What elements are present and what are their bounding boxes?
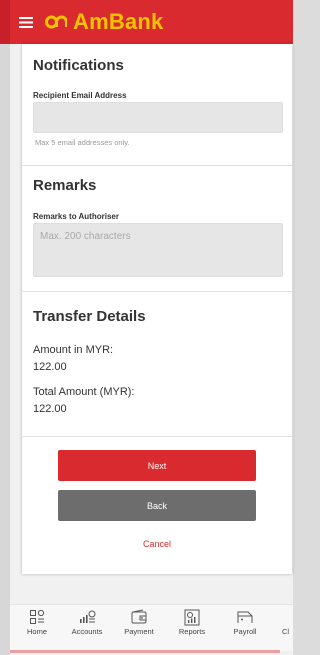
hamburger-icon bbox=[19, 16, 33, 28]
home-icon bbox=[30, 609, 45, 624]
remarks-textarea[interactable]: Max. 200 characters bbox=[33, 223, 283, 277]
remarks-label: Remarks to Authoriser bbox=[33, 212, 119, 221]
tab-reports-label: Reports bbox=[178, 627, 206, 636]
tab-accounts-label: Accounts bbox=[71, 627, 103, 636]
tab-home-label: Home bbox=[26, 627, 47, 636]
tab-payroll-label: Payroll bbox=[233, 627, 257, 636]
reports-icon bbox=[184, 609, 200, 625]
app-window: AmBank Notifications Recipient Email Add… bbox=[10, 0, 293, 655]
app-header: AmBank bbox=[10, 0, 293, 44]
notifications-section: Notifications Recipient Email Address Ma… bbox=[22, 44, 292, 166]
bottom-accent-bar bbox=[10, 650, 280, 653]
total-amount-label: Total Amount (MYR): bbox=[33, 386, 135, 398]
cancel-link[interactable]: Cancel bbox=[22, 539, 292, 549]
background-page-edge bbox=[0, 0, 10, 655]
remarks-title: Remarks bbox=[33, 177, 97, 194]
payroll-icon bbox=[237, 611, 253, 623]
ambank-logo: AmBank bbox=[45, 9, 163, 35]
back-button[interactable]: Back bbox=[58, 490, 256, 521]
amount-value: 122.00 bbox=[33, 361, 67, 373]
menu-button[interactable] bbox=[15, 11, 37, 33]
tab-payment-label: Payment bbox=[124, 627, 154, 636]
accounts-icon bbox=[80, 610, 96, 623]
amount-label: Amount in MYR: bbox=[33, 344, 114, 356]
ambank-logo-mark bbox=[45, 14, 67, 30]
recipient-email-label: Recipient Email Address bbox=[33, 91, 127, 100]
tab-accounts[interactable]: Accounts bbox=[62, 608, 112, 636]
tab-partial[interactable]: Cl bbox=[272, 608, 302, 636]
tab-payment[interactable]: Payment bbox=[114, 608, 164, 636]
next-button[interactable]: Next bbox=[58, 450, 256, 481]
tab-reports[interactable]: Reports bbox=[167, 608, 217, 636]
transfer-details-section: Transfer Details Amount in MYR: 122.00 T… bbox=[22, 292, 292, 437]
tab-partial-label: Cl bbox=[282, 627, 290, 636]
transfer-details-title: Transfer Details bbox=[33, 308, 146, 325]
total-amount-value: 122.00 bbox=[33, 403, 67, 415]
bottom-tab-bar: Home Accounts Payment Reports Payroll Cl bbox=[10, 604, 293, 651]
tab-home[interactable]: Home bbox=[12, 608, 62, 636]
notifications-title: Notifications bbox=[33, 57, 124, 74]
payment-icon bbox=[131, 609, 147, 624]
form-card: Notifications Recipient Email Address Ma… bbox=[22, 44, 292, 574]
remarks-placeholder: Max. 200 characters bbox=[40, 231, 131, 242]
tab-payroll[interactable]: Payroll bbox=[220, 608, 270, 636]
recipient-email-input[interactable] bbox=[33, 102, 283, 133]
background-header-edge bbox=[0, 0, 10, 44]
remarks-section: Remarks Remarks to Authoriser Max. 200 c… bbox=[22, 166, 292, 292]
logo-text: AmBank bbox=[73, 9, 164, 34]
email-limit-hint: Max 5 email addresses only. bbox=[35, 138, 130, 147]
